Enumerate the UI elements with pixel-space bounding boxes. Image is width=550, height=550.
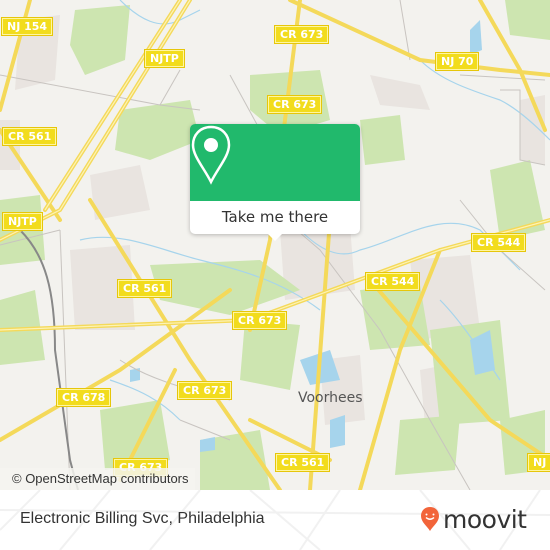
road-label-cr673: CR 673 — [176, 381, 233, 400]
moovit-wordmark: moovit — [443, 504, 527, 534]
moovit-pin-icon — [421, 507, 439, 531]
road-label-cr561: CR 561 — [1, 127, 58, 146]
footer-bar: Electronic Billing Svc, Philadelphia moo… — [0, 490, 550, 550]
road-label-nj154: NJ 154 — [0, 17, 54, 36]
map-view[interactable]: NJ 154 NJTP CR 561 CR 673 CR 673 NJ 70 N… — [0, 0, 550, 490]
location-popup: Take me there — [190, 124, 360, 241]
map-attribution[interactable]: © OpenStreetMap contributors — [0, 468, 195, 490]
road-label-njtp: NJTP — [2, 212, 43, 231]
road-label-cr561: CR 561 — [116, 279, 173, 298]
place-label-voorhees: Voorhees — [298, 390, 363, 406]
moovit-logo[interactable]: moovit — [420, 504, 527, 534]
road-label-njtp: NJTP — [144, 49, 185, 68]
road-label-nj70: NJ 70 — [434, 52, 480, 71]
road-label-cr544: CR 544 — [470, 233, 527, 252]
popup-pointer — [267, 233, 283, 241]
road-label-cr673: CR 673 — [231, 311, 288, 330]
road-label-cr673: CR 673 — [266, 95, 323, 114]
road-label-cr561: CR 561 — [274, 453, 331, 472]
road-label-cr673: CR 673 — [273, 25, 330, 44]
map-canvas — [0, 0, 550, 490]
road-label-cr544: CR 544 — [364, 272, 421, 291]
take-me-there-button[interactable]: Take me there — [190, 201, 360, 234]
popup-header — [190, 124, 360, 201]
location-title: Electronic Billing Svc, Philadelphia — [20, 510, 265, 527]
road-label-nj: NJ — [526, 453, 550, 472]
map-pin-icon — [191, 125, 231, 185]
road-label-cr678: CR 678 — [55, 388, 112, 407]
